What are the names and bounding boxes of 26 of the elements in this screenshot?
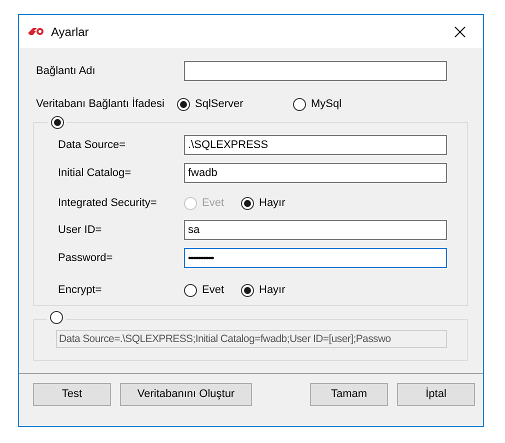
radio-option[interactable]: Hayır xyxy=(241,282,286,298)
field-label: User ID= xyxy=(58,222,103,238)
field-label: Data Source= xyxy=(58,138,127,153)
dialog-button[interactable]: Tamam xyxy=(310,383,388,406)
dialog-button[interactable]: İptal xyxy=(397,383,475,406)
field-label: Encrypt= xyxy=(58,282,103,298)
app-logo-icon xyxy=(28,27,44,36)
radio-option[interactable]: MySql xyxy=(293,96,342,112)
radio-option[interactable]: SqlServer xyxy=(177,96,293,112)
window-title: Ayarlar xyxy=(51,24,89,40)
text-field[interactable]: fwadb xyxy=(184,163,447,183)
text-field[interactable] xyxy=(184,61,447,81)
dialog-button[interactable]: Veritabanını Oluştur xyxy=(120,383,252,406)
radio-option[interactable]: Evet xyxy=(184,282,241,298)
field-label: Password= xyxy=(58,250,114,266)
text-field[interactable]: .\SQLEXPRESS xyxy=(184,135,447,155)
dialog-button[interactable]: Test xyxy=(33,383,111,406)
radio-option[interactable]: Hayır xyxy=(241,194,286,212)
field-label: Integrated Security= xyxy=(58,196,158,211)
field-label: Veritabanı Bağlantı İfadesi xyxy=(36,96,166,112)
field-label: Bağlantı Adı xyxy=(36,64,96,79)
text-field[interactable]: sa xyxy=(184,220,447,240)
field-label: Initial Catalog= xyxy=(58,166,132,181)
radio-button[interactable] xyxy=(51,116,64,129)
close-icon xyxy=(454,26,466,38)
password-field[interactable]: ••••••••••••••• xyxy=(184,248,447,268)
